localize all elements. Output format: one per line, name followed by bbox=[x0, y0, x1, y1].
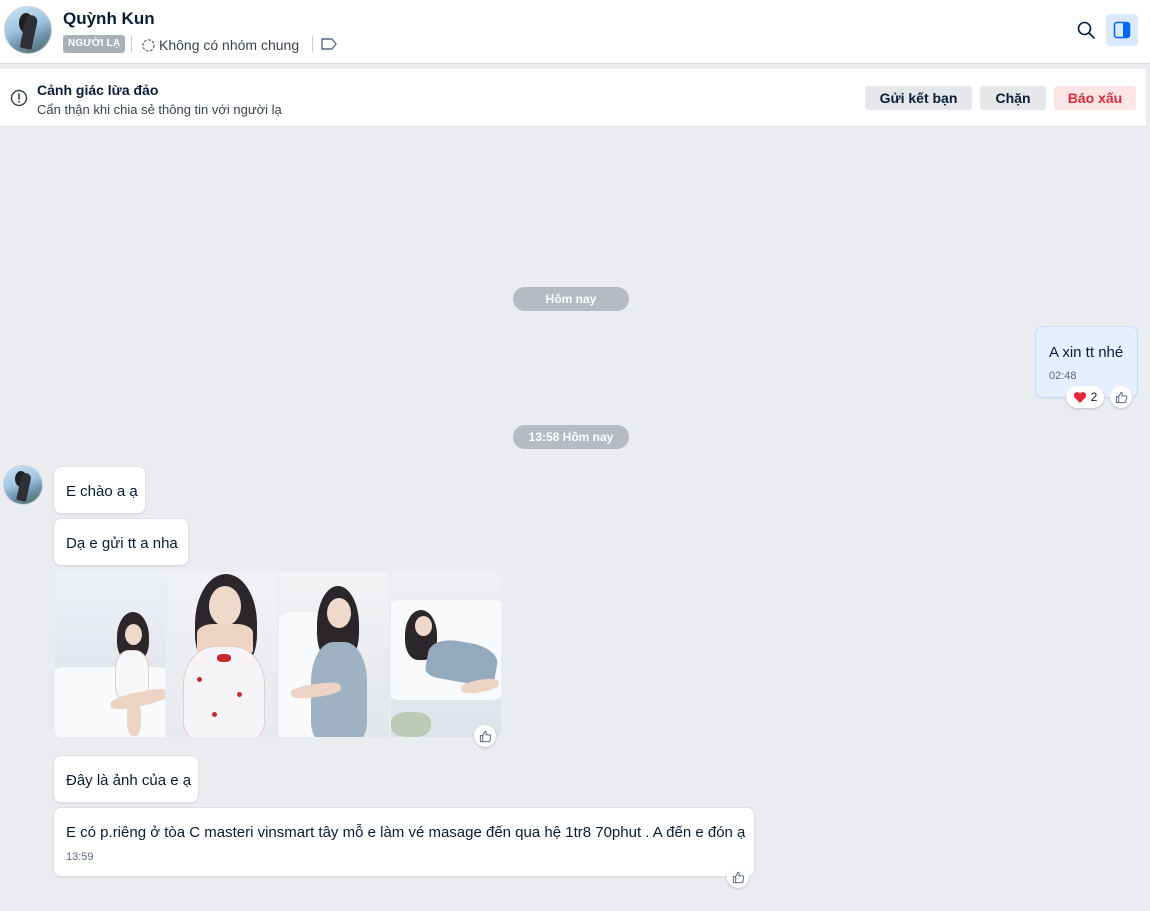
date-separator: Hôm nay bbox=[513, 287, 629, 311]
react-button[interactable] bbox=[1110, 386, 1132, 408]
chat-header: Quỳnh Kun NGƯỜI LẠ Không có nhóm chung bbox=[0, 0, 1150, 64]
divider bbox=[131, 36, 132, 52]
common-groups-info[interactable]: Không có nhóm chung bbox=[141, 36, 299, 54]
search-button[interactable] bbox=[1072, 16, 1100, 44]
photo-thumbnail[interactable] bbox=[55, 572, 165, 737]
reaction-summary[interactable]: 2 bbox=[1066, 386, 1104, 408]
photo-thumbnail[interactable] bbox=[167, 572, 277, 737]
thumbs-up-icon bbox=[1115, 391, 1127, 403]
divider bbox=[312, 36, 313, 52]
block-button[interactable]: Chặn bbox=[980, 86, 1046, 110]
photo-thumbnail[interactable] bbox=[391, 572, 501, 737]
thumbs-up-icon bbox=[732, 871, 744, 883]
incoming-message[interactable]: Đây là ảnh của e ạ bbox=[53, 755, 199, 803]
reaction-count: 2 bbox=[1090, 390, 1098, 404]
heart-icon bbox=[1073, 391, 1086, 403]
message-text: E có p.riêng ở tòa C masteri vinsmart tâ… bbox=[66, 824, 746, 841]
warning-subtitle: Cẩn thận khi chia sẻ thông tin với người… bbox=[37, 102, 282, 117]
conversation-info-toggle[interactable] bbox=[1106, 14, 1138, 46]
group-icon bbox=[142, 38, 155, 52]
tag-icon[interactable] bbox=[320, 37, 338, 51]
warning-title: Cảnh giác lừa đảo bbox=[37, 82, 159, 98]
react-button[interactable] bbox=[474, 725, 496, 747]
incoming-message[interactable]: E chào a ạ bbox=[53, 466, 146, 514]
incoming-message[interactable]: E có p.riêng ở tòa C masteri vinsmart tâ… bbox=[53, 807, 755, 877]
incoming-message[interactable]: Dạ e gửi tt a nha bbox=[53, 518, 189, 566]
photo-album-message[interactable] bbox=[55, 572, 501, 737]
common-groups-label: Không có nhóm chung bbox=[159, 37, 300, 53]
message-text: E chào a ạ bbox=[66, 483, 138, 500]
message-text: A xin tt nhé bbox=[1049, 344, 1124, 361]
thumbs-up-icon bbox=[479, 730, 491, 742]
message-time: 13:59 bbox=[66, 851, 94, 863]
search-icon bbox=[1077, 21, 1095, 39]
sender-avatar[interactable] bbox=[3, 465, 43, 505]
message-text: Đây là ảnh của e ạ bbox=[66, 772, 192, 789]
react-button[interactable] bbox=[727, 866, 749, 888]
date-separator: 13:58 Hôm nay bbox=[513, 425, 629, 449]
contact-name[interactable]: Quỳnh Kun bbox=[63, 9, 155, 29]
message-text: Dạ e gửi tt a nha bbox=[66, 535, 178, 552]
photo-thumbnail[interactable] bbox=[279, 572, 389, 737]
add-friend-button[interactable]: Gửi kết bạn bbox=[865, 86, 972, 110]
info-alert-icon bbox=[10, 89, 28, 107]
message-time: 02:48 bbox=[1049, 370, 1077, 382]
sidebar-panel-icon bbox=[1113, 21, 1131, 39]
scam-warning-bar: Cảnh giác lừa đảo Cẩn thận khi chia sẻ t… bbox=[0, 69, 1146, 127]
stranger-badge: NGƯỜI LẠ bbox=[63, 35, 126, 53]
contact-avatar[interactable] bbox=[4, 6, 52, 54]
report-button[interactable]: Báo xấu bbox=[1054, 86, 1136, 110]
